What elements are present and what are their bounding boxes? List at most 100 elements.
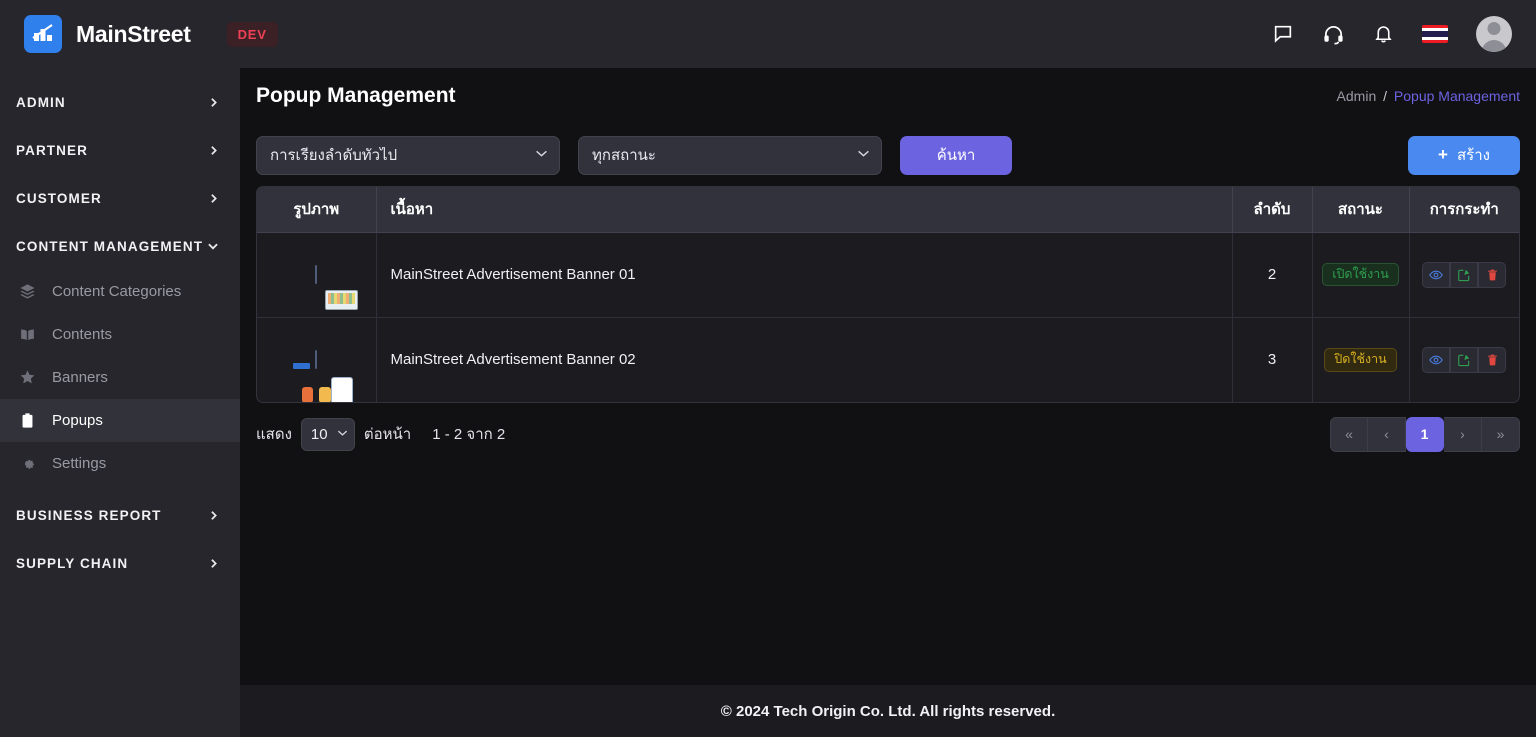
chart-logo-icon: [24, 15, 62, 53]
row-image-cell: [257, 317, 377, 402]
sidebar-item-label: Popups: [52, 412, 103, 429]
next-page-button[interactable]: ›: [1444, 416, 1482, 452]
sidebar-group-label: CUSTOMER: [16, 190, 102, 206]
column-header-content: เนื้อหา: [376, 187, 1233, 233]
thai-flag-icon[interactable]: [1422, 25, 1448, 43]
bell-icon[interactable]: [1373, 23, 1394, 45]
edit-button[interactable]: [1450, 261, 1479, 288]
column-header-status: สถานะ: [1312, 187, 1410, 233]
page-button-1[interactable]: 1: [1406, 416, 1444, 452]
sidebar-item-settings[interactable]: Settings: [0, 442, 240, 485]
action-button-group: [1410, 346, 1520, 373]
prev-page-button[interactable]: ‹: [1368, 416, 1406, 452]
copyright-text: © 2024 Tech Origin Co. Ltd. All rights r…: [720, 702, 1056, 720]
chevron-down-icon: [206, 239, 220, 253]
popup-thumbnail[interactable]: [293, 350, 354, 402]
sidebar-group-label: SUPPLY CHAIN: [16, 555, 129, 571]
brand[interactable]: MainStreet: [24, 15, 191, 53]
pagination-bar: แสดง 10 ต่อหน้า 1 - 2 จาก 2 « ‹ 1 › »: [256, 403, 1520, 465]
breadcrumb: Admin / Popup Management: [1337, 88, 1520, 104]
first-page-button[interactable]: «: [1330, 416, 1368, 452]
sidebar-group-customer[interactable]: CUSTOMER: [0, 174, 240, 222]
topbar-actions: [1272, 16, 1512, 52]
popup-table-card: รูปภาพ เนื้อหา ลำดับ สถานะ การกระทำ Main…: [256, 186, 1520, 403]
create-button[interactable]: + สร้าง: [1408, 135, 1520, 175]
chevron-right-icon: [207, 192, 220, 205]
sidebar-item-label: Content Categories: [52, 283, 182, 300]
main-content: Popup Management Admin / Popup Managemen…: [240, 68, 1536, 685]
sidebar-item-label: Banners: [52, 369, 108, 386]
chevron-right-icon: [207, 509, 220, 522]
brand-name: MainStreet: [76, 20, 191, 47]
sidebar-item-popups[interactable]: Popups: [0, 399, 240, 442]
avatar[interactable]: [1476, 16, 1512, 52]
row-order-cell: 2: [1232, 232, 1313, 318]
page-title: Popup Management: [256, 84, 456, 107]
sidebar-group-supply-chain[interactable]: SUPPLY CHAIN: [0, 539, 240, 587]
show-label: แสดง: [256, 426, 292, 443]
row-content-cell: MainStreet Advertisement Banner 02: [376, 317, 1233, 402]
plus-icon: +: [1438, 145, 1448, 164]
status-select-wrapper: ทุกสถานะ: [578, 135, 882, 175]
edit-button[interactable]: [1450, 346, 1479, 373]
top-navbar: MainStreet DEV: [0, 0, 1536, 68]
sidebar-item-label: Settings: [52, 455, 107, 472]
status-filter-select[interactable]: ทุกสถานะ: [578, 135, 882, 175]
column-header-action: การกระทำ: [1409, 187, 1519, 233]
app-root: MainStreet DEV ADMIN PARTNER CUSTOMER CO…: [0, 0, 1536, 737]
row-action-cell: [1409, 232, 1519, 318]
chat-bubble-icon[interactable]: [1272, 23, 1294, 45]
sidebar-item-banners[interactable]: Banners: [0, 356, 240, 399]
sidebar-group-partner[interactable]: PARTNER: [0, 126, 240, 174]
sort-select[interactable]: การเรียงลำดับทั่วไป: [256, 135, 560, 175]
sidebar: ADMIN PARTNER CUSTOMER CONTENT MANAGEMEN…: [0, 68, 240, 737]
popup-table: รูปภาพ เนื้อหา ลำดับ สถานะ การกระทำ Main…: [257, 187, 1519, 402]
search-button[interactable]: ค้นหา: [900, 135, 1012, 175]
view-button[interactable]: [1422, 261, 1451, 288]
row-status-cell: ปิดใช้งาน: [1312, 317, 1410, 402]
chevron-right-icon: [207, 557, 220, 570]
per-page-controls: แสดง 10 ต่อหน้า 1 - 2 จาก 2: [256, 417, 505, 451]
sidebar-group-label: ADMIN: [16, 94, 66, 110]
sidebar-item-contents[interactable]: Contents: [0, 313, 240, 356]
view-button[interactable]: [1422, 346, 1451, 373]
sidebar-group-label: CONTENT MANAGEMENT: [16, 238, 204, 254]
sidebar-item-label: Contents: [52, 326, 113, 343]
clipboard-icon: [16, 412, 38, 429]
page-header: Popup Management Admin / Popup Managemen…: [256, 68, 1520, 124]
sort-select-wrapper: การเรียงลำดับทั่วไป: [256, 135, 560, 175]
sidebar-group-admin[interactable]: ADMIN: [0, 78, 240, 126]
chevron-right-icon: [207, 96, 220, 109]
table-row: MainStreet Advertisement Banner 02 3 ปิด…: [257, 317, 1519, 402]
delete-button[interactable]: [1478, 261, 1507, 288]
gear-icon: [16, 455, 38, 472]
per-page-label: ต่อหน้า: [363, 426, 412, 443]
dev-environment-badge: DEV: [226, 21, 278, 47]
breadcrumb-current[interactable]: Popup Management: [1394, 88, 1520, 104]
row-image-cell: [257, 232, 377, 318]
chevron-right-icon: [207, 144, 220, 157]
breadcrumb-root[interactable]: Admin: [1337, 88, 1377, 104]
popup-thumbnail[interactable]: [315, 265, 359, 310]
sidebar-group-content-management[interactable]: CONTENT MANAGEMENT: [0, 222, 240, 270]
sidebar-group-business-report[interactable]: BUSINESS REPORT: [0, 491, 240, 539]
star-icon: [16, 369, 38, 386]
table-row: MainStreet Advertisement Banner 01 2 เปิ…: [257, 232, 1519, 318]
last-page-button[interactable]: »: [1482, 416, 1520, 452]
layers-icon: [16, 283, 38, 300]
row-order-cell: 3: [1232, 317, 1313, 402]
page-buttons: « ‹ 1 › »: [1330, 416, 1520, 452]
row-content-cell: MainStreet Advertisement Banner 01: [376, 232, 1233, 318]
filter-toolbar: การเรียงลำดับทั่วไป ทุกสถานะ ค้นหา + สร้…: [256, 124, 1520, 186]
per-page-select[interactable]: 10: [300, 417, 355, 451]
book-icon: [16, 326, 38, 343]
sidebar-item-content-categories[interactable]: Content Categories: [0, 270, 240, 313]
delete-button[interactable]: [1478, 346, 1507, 373]
row-status-cell: เปิดใช้งาน: [1312, 232, 1410, 318]
footer: © 2024 Tech Origin Co. Ltd. All rights r…: [240, 685, 1536, 737]
per-page-wrapper: 10: [300, 417, 355, 451]
breadcrumb-separator: /: [1383, 88, 1388, 104]
table-body: MainStreet Advertisement Banner 01 2 เปิ…: [257, 232, 1519, 402]
column-header-image: รูปภาพ: [257, 187, 377, 233]
headset-icon[interactable]: [1322, 23, 1345, 46]
